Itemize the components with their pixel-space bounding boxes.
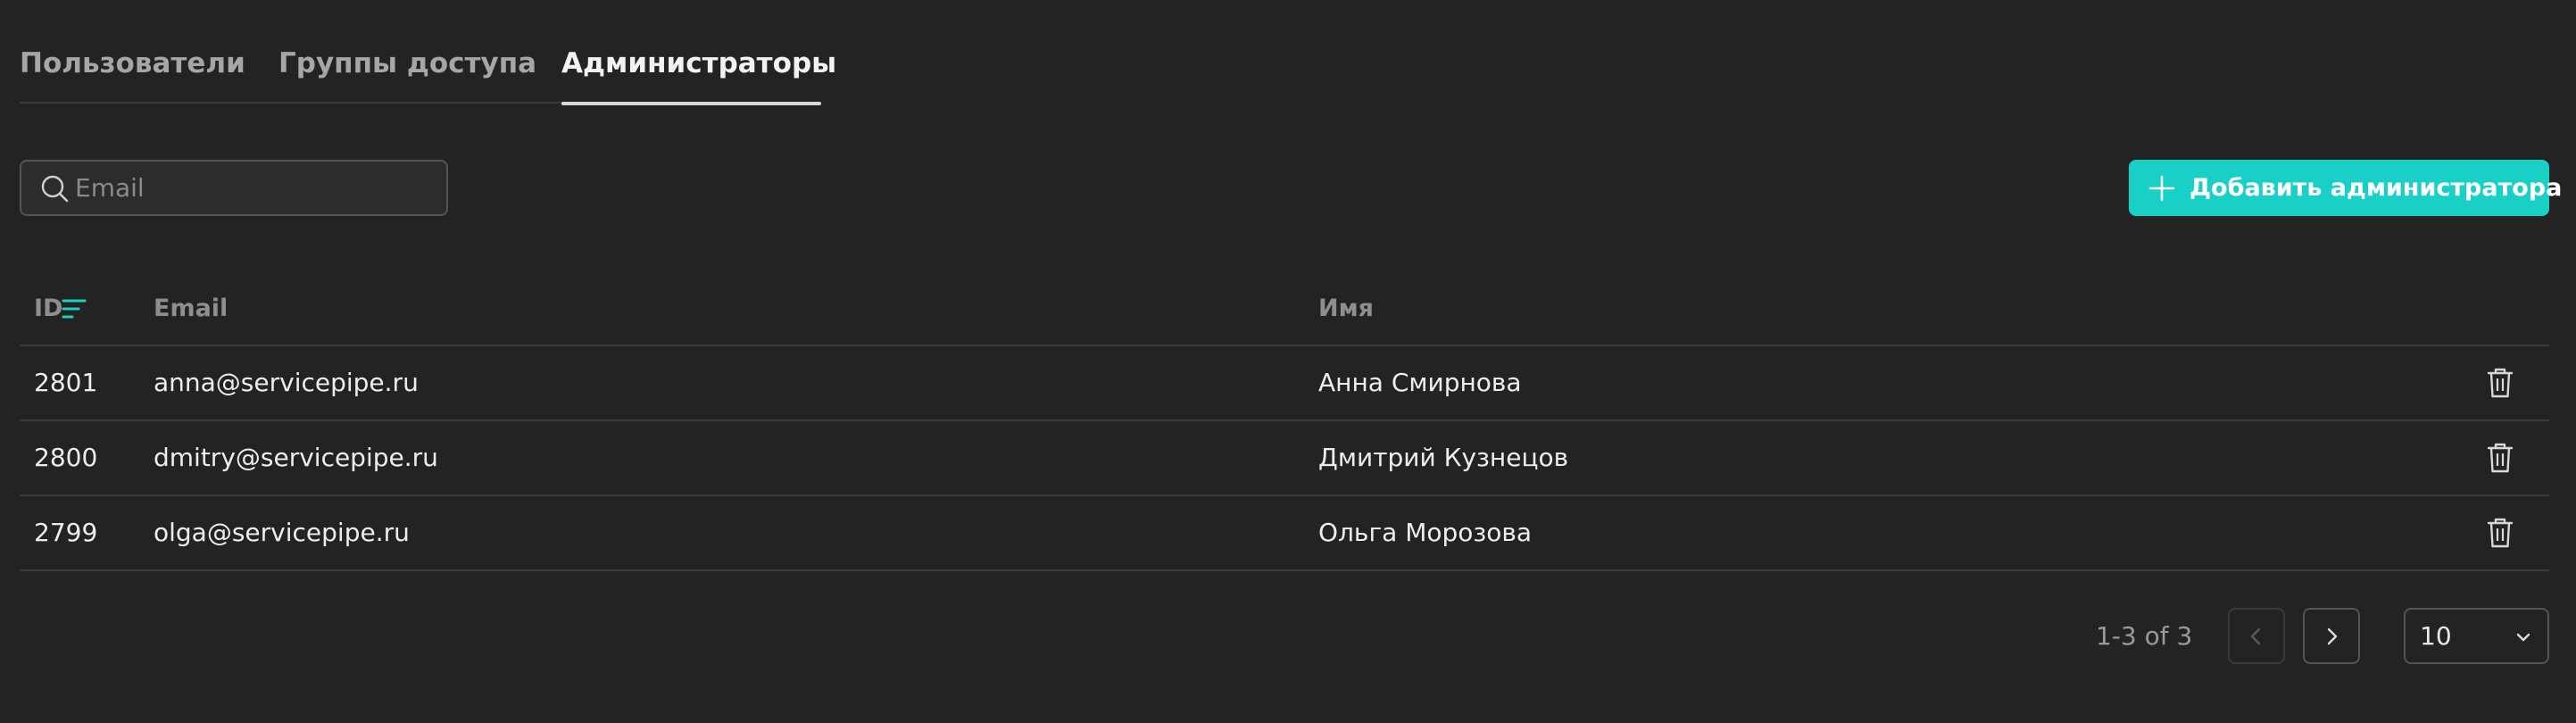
table-row: 2801 anna@servicepipe.ru Анна Смирнова [20, 346, 2549, 421]
cell-id: 2800 [34, 443, 98, 472]
cell-name: Ольга Морозова [1318, 518, 1533, 547]
column-header-email: Email [154, 295, 229, 322]
next-page-button[interactable] [2303, 608, 2360, 664]
cell-email: olga@servicepipe.ru [154, 518, 410, 547]
tab-users[interactable]: Пользователи [20, 39, 245, 104]
tab-bar: Пользователи Группы доступа Администрато… [20, 39, 836, 105]
column-header-name: Имя [1318, 295, 1375, 322]
cell-name: Дмитрий Кузнецов [1318, 443, 1569, 472]
trash-icon[interactable] [2486, 368, 2514, 398]
administrators-table: ID Email Имя 2801 anna@servicepipe.ru Ан… [20, 271, 2549, 571]
cell-id: 2799 [34, 518, 98, 547]
column-header-id[interactable]: ID [34, 295, 62, 322]
cell-name: Анна Смирнова [1318, 368, 1522, 397]
chevron-left-icon [2250, 627, 2261, 644]
prev-page-button[interactable] [2228, 608, 2285, 664]
chevron-right-icon [2327, 627, 2338, 644]
plus-icon [2148, 175, 2175, 201]
sort-icon[interactable] [62, 298, 87, 320]
cell-email: dmitry@servicepipe.ru [154, 443, 438, 472]
search-input[interactable] [75, 173, 414, 203]
pagination-range: 1-3 of 3 [2096, 621, 2193, 651]
add-administrator-button[interactable]: Добавить администратора [2129, 160, 2562, 216]
trash-icon[interactable] [2486, 443, 2514, 473]
search-field[interactable] [20, 160, 448, 216]
rows-per-page-value: 10 [2420, 621, 2452, 651]
trash-icon[interactable] [2486, 518, 2514, 548]
admin-page: Пользователи Группы доступа Администрато… [0, 0, 2576, 723]
tab-access-groups[interactable]: Группы доступа [278, 39, 536, 104]
table-row: 2800 dmitry@servicepipe.ru Дмитрий Кузне… [20, 421, 2549, 496]
chevron-down-icon [2516, 633, 2530, 642]
table-row: 2799 olga@servicepipe.ru Ольга Морозова [20, 496, 2549, 571]
table-header: ID Email Имя [20, 271, 2549, 346]
search-icon [41, 175, 69, 202]
cell-email: anna@servicepipe.ru [154, 368, 419, 397]
cell-id: 2801 [34, 368, 98, 397]
tab-administrators[interactable]: Администраторы [561, 39, 836, 105]
add-administrator-label: Добавить администратора [2190, 174, 2563, 202]
rows-per-page-select[interactable]: 10 [2404, 608, 2549, 664]
